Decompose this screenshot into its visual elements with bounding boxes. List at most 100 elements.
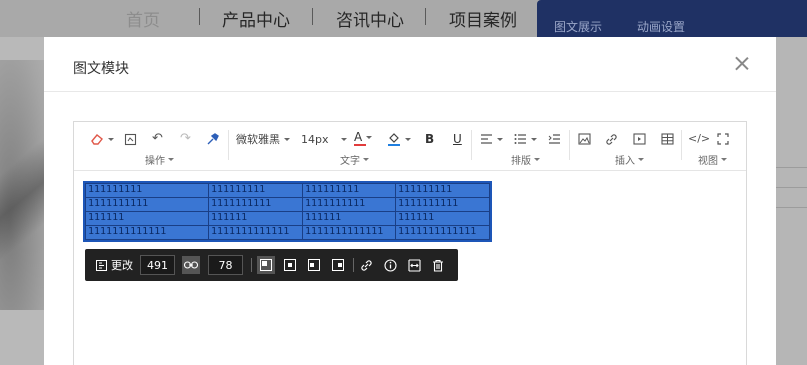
nav-item-cases: 项目案例: [449, 11, 517, 31]
font-size-select[interactable]: 14px: [301, 131, 347, 147]
code-icon: </>: [688, 132, 711, 145]
template-icon: [124, 133, 137, 145]
underline-button[interactable]: U: [453, 131, 462, 147]
width-input[interactable]: 491: [140, 255, 175, 275]
trash-icon: [433, 259, 443, 272]
nav-divider: [425, 8, 426, 25]
format-painter-button[interactable]: [124, 131, 137, 147]
undo-button[interactable]: ↶: [152, 131, 163, 147]
edit-icon: [96, 259, 107, 271]
align-center-box-icon: [284, 259, 296, 271]
fullscreen-button[interactable]: [717, 131, 729, 147]
toolbar-divider: [471, 130, 472, 160]
indent-icon: [548, 134, 560, 144]
delete-button[interactable]: [429, 256, 447, 274]
table-cell[interactable]: 111111: [395, 211, 490, 226]
background-line: [776, 167, 807, 168]
group-insert[interactable]: 插入: [615, 152, 644, 167]
group-insert-label: 插入: [615, 156, 635, 167]
list-icon: [514, 134, 526, 144]
table-cell[interactable]: 1111111111111: [395, 225, 490, 240]
align-center-button[interactable]: [281, 256, 299, 274]
background-photo-shade: [0, 60, 45, 310]
background-right-panel: [776, 37, 807, 365]
text-color-icon: A: [354, 130, 363, 144]
fill-color-button[interactable]: [387, 131, 411, 147]
table-cell[interactable]: 111111111: [208, 183, 303, 198]
toolbar-divider: [569, 130, 570, 160]
nav-divider: [312, 8, 313, 25]
underline-icon: U: [453, 132, 462, 146]
group-operation-label: 操作: [145, 156, 165, 167]
table-cell[interactable]: 1111111111111: [302, 225, 396, 240]
group-operation[interactable]: 操作: [145, 152, 174, 167]
background-settings-tabs: 图文展示 动画设置: [537, 0, 807, 37]
table-resize-toolbar: 更改 491 78: [85, 249, 458, 281]
group-text[interactable]: 文字: [340, 152, 369, 167]
group-text-label: 文字: [340, 156, 360, 167]
table-link-button[interactable]: [357, 256, 375, 274]
fit-width-icon: [407, 258, 421, 272]
fill-color-icon: [388, 133, 400, 146]
nav-divider: [199, 8, 200, 25]
table-cell[interactable]: 1111111111: [208, 197, 303, 212]
group-layout[interactable]: 排版: [511, 152, 540, 167]
table-cell[interactable]: 1111111111111: [208, 225, 303, 240]
info-button[interactable]: [381, 256, 399, 274]
align-inline-button[interactable]: [257, 256, 275, 274]
align-left-icon: [481, 134, 492, 144]
toolbar-divider: [681, 130, 682, 160]
float-right-box-icon: [332, 259, 344, 271]
text-color-bar: [354, 144, 366, 146]
table-cell[interactable]: 1111111111: [395, 197, 490, 212]
list-button[interactable]: [514, 131, 537, 147]
table-row: 1111111111111 1111111111111 1111111111111 1…: [85, 225, 490, 240]
nav-item-news: 咨讯中心: [336, 11, 404, 31]
rich-text-editor: ↶ ↷ 操作 微软雅黑 14px A B U 文字 排版 插入 </> 视图 1…: [73, 121, 747, 365]
float-left-button[interactable]: [305, 256, 323, 274]
background-line: [776, 187, 807, 188]
height-input[interactable]: 78: [208, 255, 243, 275]
table-cell[interactable]: 111111: [85, 211, 209, 226]
info-icon: [383, 258, 397, 272]
brush-icon: [207, 133, 219, 145]
table-cell[interactable]: 111111: [302, 211, 396, 226]
fit-width-button[interactable]: [405, 256, 423, 274]
text-color-button[interactable]: A: [354, 130, 373, 147]
video-icon: [633, 133, 646, 145]
table-cell[interactable]: 1111111111: [302, 197, 396, 212]
selected-table[interactable]: 111111111 111111111 111111111 111111111 1111…: [83, 181, 492, 242]
editor-content-area[interactable]: 111111111 111111111 111111111 111111111 1111…: [74, 171, 746, 365]
eraser-button[interactable]: [90, 131, 114, 147]
insert-table-button[interactable]: [661, 131, 674, 147]
align-button[interactable]: [480, 131, 503, 147]
change-button[interactable]: 更改: [96, 256, 133, 274]
source-code-button[interactable]: </>: [688, 131, 710, 147]
table-cell[interactable]: 111111111: [85, 183, 209, 198]
table-cell[interactable]: 1111111111: [85, 197, 209, 212]
indent-button[interactable]: [548, 131, 561, 147]
insert-video-button[interactable]: [633, 131, 646, 147]
table-icon: [661, 133, 674, 145]
float-right-button[interactable]: [329, 256, 347, 274]
group-view[interactable]: 视图: [698, 152, 727, 167]
toolbar-divider: [353, 258, 354, 272]
clean-format-button[interactable]: [206, 131, 220, 147]
insert-image-button[interactable]: [578, 131, 591, 147]
close-icon[interactable]: [733, 54, 751, 72]
bold-button[interactable]: B: [425, 131, 434, 147]
table-cell[interactable]: 111111: [208, 211, 303, 226]
table-cell[interactable]: 111111111: [395, 183, 490, 198]
table-cell[interactable]: 1111111111111: [85, 225, 209, 240]
table-cell[interactable]: 111111111: [302, 183, 396, 198]
lock-ratio-button[interactable]: [182, 256, 200, 274]
redo-button[interactable]: ↷: [180, 131, 191, 147]
font-family-select[interactable]: 微软雅黑: [236, 131, 290, 147]
link-icon: [360, 259, 372, 271]
link-icon: [606, 133, 617, 145]
undo-icon: ↶: [152, 131, 163, 146]
toolbar-divider: [228, 130, 229, 160]
insert-link-button[interactable]: [605, 131, 618, 147]
graphic-module-dialog: 图文模块 ↶ ↷ 操作 微软雅黑 14px A B U 文字 排版 插入 </>…: [44, 37, 776, 365]
group-view-label: 视图: [698, 156, 718, 167]
